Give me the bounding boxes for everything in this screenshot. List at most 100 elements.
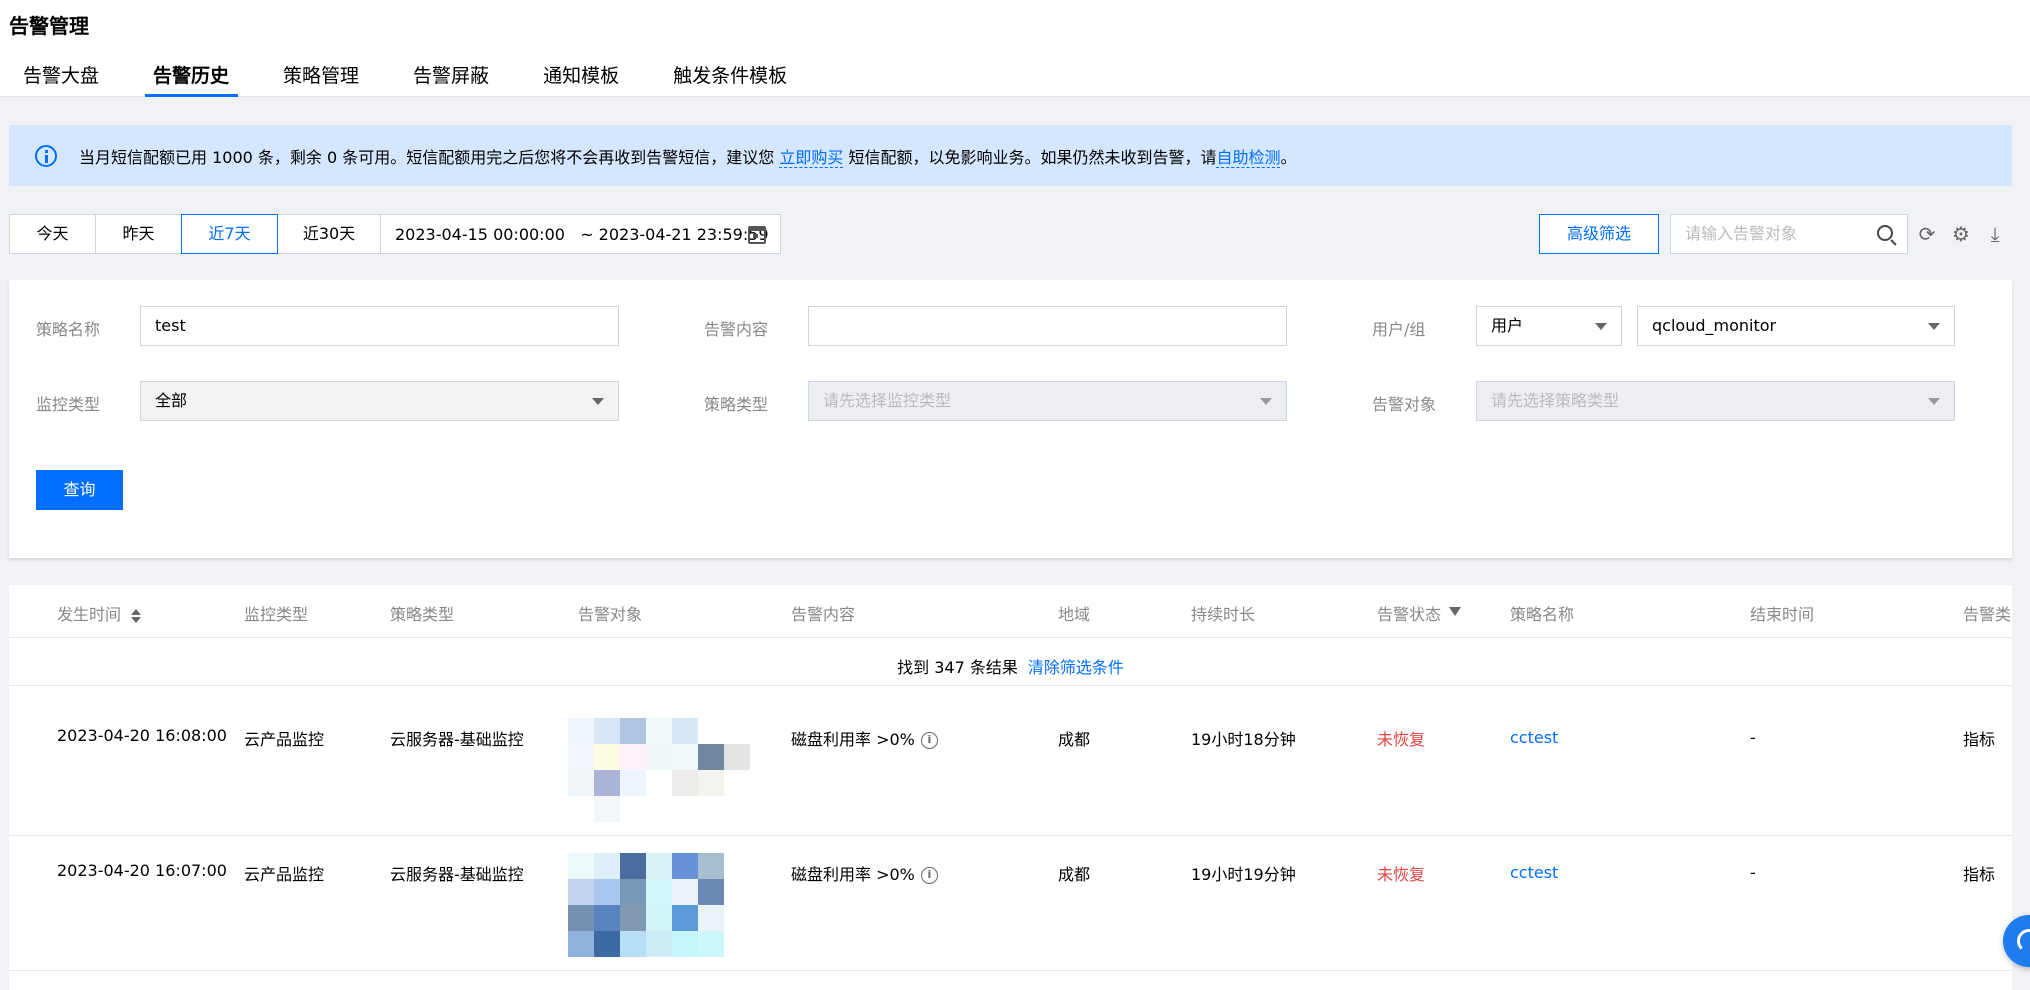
search-icon[interactable] [1877, 225, 1893, 241]
cell-alarm-type: 指标 [1963, 730, 1996, 749]
quota-notice-banner: 当月短信配额已用 1000 条，剩余 0 条可用。短信配额用完之后您将不会再收到… [9, 125, 2012, 186]
column-header-status[interactable]: 告警状态 [1377, 601, 1462, 625]
chevron-down-icon [1260, 398, 1272, 405]
cell-monitor-type: 云产品监控 [244, 730, 325, 749]
time-range-selector: 今天 昨天 近7天 近30天 2023-04-15 00:00:00 ~ 202… [9, 214, 781, 254]
alarm-history-table: 发生时间 监控类型 策略类型 告警对象 告警内容 地域 持续时长 告警状态 策略… [9, 585, 2012, 990]
table-row: 2023-04-20 16:08:00 云产品监控 云服务器-基础监控 磁盘利用… [9, 702, 2012, 836]
buy-sms-link[interactable]: 立即购买 [779, 147, 844, 168]
advanced-filter-panel: 策略名称 test 告警内容 用户/组 用户 qcloud_monitor 监控… [9, 280, 2012, 558]
result-count-text: 找到 347 条结果 [897, 658, 1018, 677]
sort-icon[interactable] [131, 608, 142, 623]
table-row: 2023-04-20 16:07:00 云产品监控 云服务器-基础监控 磁盘利用… [9, 837, 2012, 971]
tab-notify-template[interactable]: 通知模板 [543, 58, 619, 97]
cell-policy-type: 云服务器-基础监控 [390, 730, 524, 749]
alarm-content-text: 磁盘利用率 >0% [791, 865, 915, 884]
chevron-down-icon [1928, 323, 1940, 330]
cell-alarm-type: 指标 [1963, 865, 1996, 884]
cell-time: 2023-04-20 16:07:00 [57, 861, 227, 880]
tab-policy-management[interactable]: 策略管理 [283, 58, 359, 97]
cell-end-time: - [1750, 863, 1756, 882]
user-group-type-value: 用户 [1491, 316, 1524, 335]
cell-monitor-type: 云产品监控 [244, 865, 325, 884]
alarm-object-redacted-image [568, 853, 748, 965]
cell-policy-type: 云服务器-基础监控 [390, 865, 524, 884]
chevron-down-icon [1928, 398, 1940, 405]
user-group-label: 用户/组 [1372, 320, 1426, 339]
chevron-down-icon [592, 398, 604, 405]
clear-filter-link[interactable]: 清除筛选条件 [1028, 658, 1124, 677]
date-range-text: 2023-04-15 00:00:00 ~ 2023-04-21 23:59:5… [395, 224, 769, 244]
advanced-filter-button[interactable]: 高级筛选 [1539, 214, 1659, 254]
chevron-down-icon [1595, 323, 1607, 330]
alarm-object-select[interactable]: 请先选择策略类型 [1476, 381, 1955, 421]
time-today-button[interactable]: 今天 [9, 214, 96, 254]
cell-status: 未恢复 [1377, 865, 1426, 884]
self-check-link[interactable]: 自助检测 [1216, 147, 1281, 168]
policy-name-link[interactable]: cctest [1510, 863, 1558, 882]
alarm-content-label: 告警内容 [704, 320, 769, 339]
user-group-select[interactable]: qcloud_monitor [1637, 306, 1955, 346]
column-header-alarm-content: 告警内容 [791, 605, 856, 624]
cell-region: 成都 [1058, 865, 1091, 884]
download-icon[interactable]: ⤓ [1984, 222, 2006, 246]
info-icon[interactable]: i [920, 732, 938, 749]
query-button[interactable]: 查询 [36, 470, 123, 510]
policy-name-value: test [155, 316, 186, 335]
tab-trigger-template[interactable]: 触发条件模板 [673, 58, 787, 97]
user-group-value: qcloud_monitor [1652, 316, 1777, 335]
alarm-object-search-input[interactable]: 请输入告警对象 [1670, 214, 1908, 254]
cell-status: 未恢复 [1377, 730, 1426, 749]
alarm-content-text: 磁盘利用率 >0% [791, 730, 915, 749]
monitor-type-value: 全部 [155, 391, 188, 410]
column-header-policy-type: 策略类型 [390, 605, 455, 624]
search-placeholder: 请输入告警对象 [1685, 224, 1798, 243]
notice-text-part2: 短信配额，以免影响业务。如果仍然未收到告警，请 [843, 147, 1217, 167]
cell-end-time: - [1750, 728, 1756, 747]
info-icon [35, 144, 57, 167]
calendar-icon [748, 226, 766, 244]
tab-alarm-history[interactable]: 告警历史 [145, 58, 239, 97]
monitor-type-select[interactable]: 全部 [140, 381, 619, 421]
table-header: 发生时间 监控类型 策略类型 告警对象 告警内容 地域 持续时长 告警状态 策略… [9, 585, 2012, 638]
user-group-type-select[interactable]: 用户 [1476, 306, 1622, 346]
column-header-alarm-type: 告警类 [1963, 605, 2012, 624]
gear-icon[interactable]: ⚙ [1950, 222, 1972, 246]
tab-alarm-dashboard[interactable]: 告警大盘 [23, 58, 99, 97]
time-yesterday-button[interactable]: 昨天 [95, 214, 182, 254]
column-header-duration: 持续时长 [1191, 605, 1256, 624]
column-header-end-time: 结束时间 [1750, 605, 1815, 624]
cell-time: 2023-04-20 16:08:00 [57, 726, 227, 745]
tab-alarm-shield[interactable]: 告警屏蔽 [413, 58, 489, 97]
filter-icon[interactable] [1449, 607, 1462, 616]
alarm-content-input[interactable] [808, 306, 1287, 346]
refresh-icon[interactable]: ⟳ [1916, 222, 1938, 246]
policy-type-label: 策略类型 [704, 395, 769, 414]
notice-text-part1: 当月短信配额已用 1000 条，剩余 0 条可用。短信配额用完之后您将不会再收到… [79, 147, 780, 167]
cell-alarm-content: 磁盘利用率 >0% i [791, 861, 938, 885]
notice-text: 当月短信配额已用 1000 条，剩余 0 条可用。短信配额用完之后您将不会再收到… [79, 144, 1296, 168]
column-header-alarm-object: 告警对象 [578, 605, 643, 624]
policy-type-select[interactable]: 请先选择监控类型 [808, 381, 1287, 421]
cell-alarm-content: 磁盘利用率 >0% i [791, 726, 938, 750]
cell-duration: 19小时19分钟 [1191, 865, 1296, 884]
page-header: 告警管理 告警大盘 告警历史 策略管理 告警屏蔽 通知模板 触发条件模板 [0, 0, 2030, 97]
policy-type-placeholder: 请先选择监控类型 [823, 391, 952, 410]
time-30days-button[interactable]: 近30天 [277, 214, 381, 254]
notice-text-part3: 。 [1280, 147, 1297, 167]
date-range-picker[interactable]: 2023-04-15 00:00:00 ~ 2023-04-21 23:59:5… [380, 214, 781, 254]
cell-duration: 19小时18分钟 [1191, 730, 1296, 749]
tab-bar: 告警大盘 告警历史 策略管理 告警屏蔽 通知模板 触发条件模板 [0, 58, 787, 97]
page-title: 告警管理 [9, 14, 89, 38]
policy-name-link[interactable]: cctest [1510, 728, 1558, 747]
column-header-region: 地域 [1058, 605, 1091, 624]
column-header-time[interactable]: 发生时间 [57, 601, 142, 625]
policy-name-input[interactable]: test [140, 306, 619, 346]
time-7days-button[interactable]: 近7天 [181, 214, 278, 254]
column-header-policy-name: 策略名称 [1510, 605, 1575, 624]
result-summary: 找到 347 条结果 清除筛选条件 [9, 638, 2012, 686]
column-header-monitor-type: 监控类型 [244, 605, 309, 624]
alarm-object-placeholder: 请先选择策略类型 [1491, 391, 1620, 410]
info-icon[interactable]: i [920, 867, 938, 884]
policy-name-label: 策略名称 [36, 320, 101, 339]
